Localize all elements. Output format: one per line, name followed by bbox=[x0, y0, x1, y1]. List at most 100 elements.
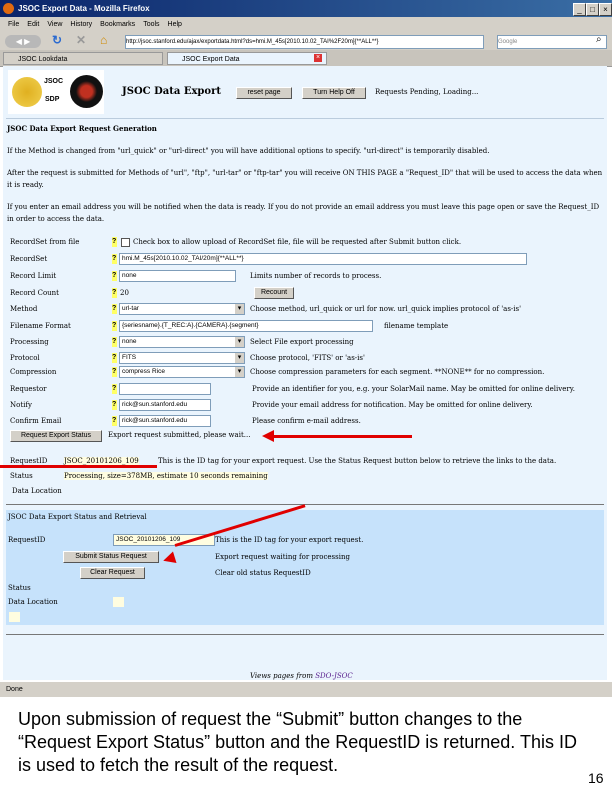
header-status: Requests Pending, Loading... bbox=[375, 88, 479, 96]
close-button[interactable]: × bbox=[599, 3, 612, 16]
field-input[interactable]: none bbox=[119, 270, 236, 282]
field-note: Provide an identifier for you, e.g. your… bbox=[252, 385, 575, 393]
clear-request-button[interactable]: Clear Request bbox=[80, 567, 145, 579]
retrieval-id-note: This is the ID tag for your export reque… bbox=[215, 536, 364, 544]
submit-status-request-button[interactable]: Submit Status Request bbox=[63, 551, 159, 563]
status-bar: Done bbox=[0, 682, 612, 697]
help-icon[interactable]: ? bbox=[112, 254, 117, 264]
help-icon[interactable]: ? bbox=[112, 321, 117, 331]
divider bbox=[6, 118, 604, 119]
stop-icon[interactable]: ✕ bbox=[76, 33, 86, 47]
request-id-label: RequestID bbox=[10, 457, 48, 465]
help-icon[interactable]: ? bbox=[112, 353, 117, 363]
field-input[interactable] bbox=[119, 383, 211, 395]
menu-view[interactable]: View bbox=[47, 21, 62, 28]
annotation-arrow bbox=[270, 435, 412, 438]
help-icon[interactable]: ? bbox=[112, 384, 117, 394]
field-note: Choose compression parameters for each s… bbox=[250, 368, 545, 376]
field-label: Filename Format bbox=[10, 322, 71, 330]
menu-tools[interactable]: Tools bbox=[143, 21, 159, 28]
menu-bar: File Edit View History Bookmarks Tools Help bbox=[0, 17, 612, 33]
page-title: JSOC Data Export bbox=[122, 86, 221, 97]
field-select[interactable]: none bbox=[119, 336, 245, 348]
data-location-box bbox=[113, 597, 124, 607]
field-label: Method bbox=[10, 305, 38, 313]
field-select[interactable]: FITS bbox=[119, 352, 245, 364]
field-label: RecordSet bbox=[10, 255, 48, 263]
field-note: Check box to allow upload of RecordSet f… bbox=[133, 238, 462, 246]
page-number: 16 bbox=[588, 770, 604, 786]
retrieval-id-label: RequestID bbox=[8, 536, 46, 544]
field-label: Protocol bbox=[10, 354, 40, 362]
submit-status-note: Export request waiting for processing bbox=[215, 553, 350, 561]
status-label: Status bbox=[10, 472, 33, 480]
help-paragraph: If you enter an email address you will b… bbox=[7, 203, 600, 223]
field-input[interactable]: hmi.M_45s[2010.10.02_TAI/20m]{**ALL**} bbox=[119, 253, 527, 265]
divider bbox=[6, 634, 604, 635]
footer-text: Views pages from SDO-JSOC bbox=[250, 672, 353, 680]
data-location-label: Data Location bbox=[12, 487, 62, 495]
field-label: Requestor bbox=[10, 385, 47, 393]
recordset-file-checkbox[interactable] bbox=[121, 238, 130, 247]
section-title-retrieval: JSOC Data Export Status and Retrieval bbox=[8, 513, 147, 521]
field-select[interactable]: url-tar bbox=[119, 303, 245, 315]
search-icon[interactable]: ⌕ bbox=[596, 34, 602, 45]
help-icon[interactable]: ? bbox=[112, 367, 117, 377]
help-paragraph: After the request is submitted for Metho… bbox=[7, 169, 603, 189]
field-input[interactable]: rick@sun.stanford.edu bbox=[119, 415, 211, 427]
field-input[interactable]: rick@sun.stanford.edu bbox=[119, 399, 211, 411]
recount-button[interactable]: Recount bbox=[254, 287, 294, 299]
menu-history[interactable]: History bbox=[70, 21, 92, 28]
status-value: Processing, size=378MB, estimate 10 seco… bbox=[64, 472, 268, 480]
field-input[interactable]: {seriesname}.{T_REC:A}.{CAMERA}.{segment… bbox=[119, 320, 373, 332]
request-id-note: This is the ID tag for your export reque… bbox=[158, 457, 557, 465]
search-input[interactable]: Google bbox=[497, 35, 607, 49]
reset-page-button[interactable]: reset page bbox=[236, 87, 292, 99]
close-tab-icon[interactable]: × bbox=[314, 54, 322, 62]
help-icon[interactable]: ? bbox=[112, 337, 117, 347]
url-input[interactable]: http://jsoc.stanford.edu/ajax/exportdata… bbox=[125, 35, 484, 49]
request-export-status-button[interactable]: Request Export Status bbox=[10, 430, 102, 442]
help-icon[interactable]: ? bbox=[112, 237, 117, 247]
menu-edit[interactable]: Edit bbox=[27, 21, 39, 28]
request-id-value: JSOC_20101206_109 bbox=[64, 457, 139, 465]
field-note: Limits number of records to process. bbox=[250, 272, 382, 280]
back-forward-icon[interactable]: ◀ ▶ bbox=[5, 35, 41, 48]
field-note: Provide your email address for notificat… bbox=[252, 401, 533, 409]
menu-file[interactable]: File bbox=[8, 21, 19, 28]
field-select[interactable]: compress Rice bbox=[119, 366, 245, 378]
tab-jsoc-export-data[interactable]: JSOC Export Data bbox=[167, 52, 327, 65]
minimize-button[interactable]: _ bbox=[573, 3, 586, 16]
home-icon[interactable]: ⌂ bbox=[100, 33, 107, 47]
help-icon[interactable]: ? bbox=[112, 271, 117, 281]
window-title: JSOC Export Data - Mozilla Firefox bbox=[18, 4, 150, 13]
help-icon[interactable]: ? bbox=[112, 288, 117, 298]
field-label: Record Count bbox=[10, 289, 59, 297]
help-icon[interactable]: ? bbox=[112, 400, 117, 410]
retrieval-location-label: Data Location bbox=[8, 598, 58, 606]
firefox-icon bbox=[3, 3, 14, 14]
tab-jsoc-lookdata[interactable]: JSOC Lookdata bbox=[3, 52, 163, 65]
slide-caption: Upon submission of request the “Submit” … bbox=[18, 709, 577, 775]
field-label: Processing bbox=[10, 338, 49, 346]
retrieval-status-label: Status bbox=[8, 584, 31, 592]
field-note: Please confirm e-mail address. bbox=[252, 417, 361, 425]
menu-help[interactable]: Help bbox=[168, 21, 182, 28]
reload-icon[interactable]: ↻ bbox=[52, 33, 62, 47]
title-bar: JSOC Export Data - Mozilla Firefox bbox=[0, 0, 612, 17]
clear-request-note: Clear old status RequestID bbox=[215, 569, 311, 577]
field-note: filename template bbox=[384, 322, 449, 330]
menu-bookmarks[interactable]: Bookmarks bbox=[100, 21, 135, 28]
help-icon[interactable]: ? bbox=[112, 304, 117, 314]
help-icon[interactable]: ? bbox=[112, 416, 117, 426]
jsoc-logo: JSOC SDP bbox=[8, 70, 104, 114]
sdo-jsoc-link[interactable]: SDO-JSOC bbox=[315, 672, 352, 680]
field-note: Choose method, url_quick or url for now.… bbox=[250, 305, 522, 313]
arrow-head-icon bbox=[262, 430, 274, 442]
field-label: Notify bbox=[10, 401, 32, 409]
field-note: Select File export processing bbox=[250, 338, 354, 346]
status-text: Done bbox=[6, 686, 23, 693]
help-toggle-button[interactable]: Turn Help Off bbox=[302, 87, 366, 99]
record-count-value: 20 bbox=[120, 289, 129, 297]
maximize-button[interactable]: □ bbox=[586, 3, 599, 16]
